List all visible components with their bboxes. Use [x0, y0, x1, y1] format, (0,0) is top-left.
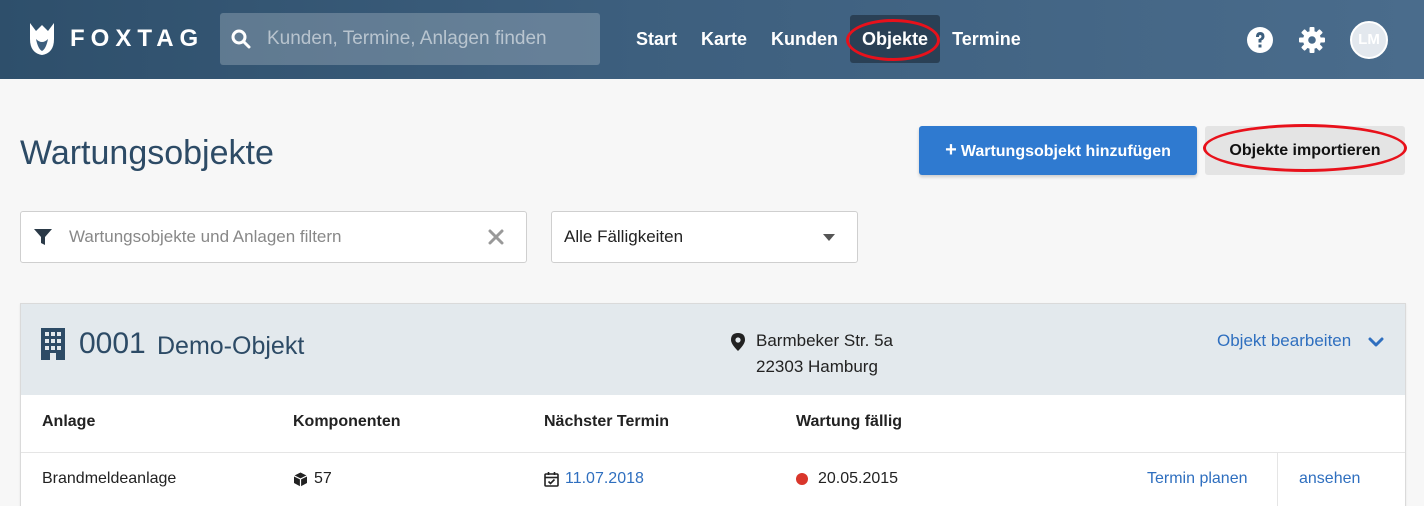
- caret-down-icon: [823, 234, 835, 241]
- import-objects-label: Objekte importieren: [1229, 141, 1381, 159]
- view-link[interactable]: ansehen: [1299, 470, 1360, 488]
- object-number: 0001: [79, 327, 146, 360]
- due-date-select-value: Alle Fälligkeiten: [564, 227, 684, 246]
- main-nav: Start Karte Kunden Objekte Termine: [624, 15, 1033, 63]
- cube-icon: [293, 472, 308, 486]
- fox-logo-icon: [30, 23, 54, 55]
- cell-wartung-faellig: 20.05.2015: [796, 470, 898, 488]
- chevron-down-icon[interactable]: [1368, 337, 1384, 348]
- brand-name: FOXTAG: [70, 25, 205, 52]
- import-objects-button[interactable]: Objekte importieren: [1203, 124, 1407, 175]
- column-header-anlage: Anlage: [42, 413, 96, 430]
- overdue-status-dot: [796, 473, 808, 485]
- next-appointment-link[interactable]: 11.07.2018: [565, 470, 644, 488]
- plan-appointment-link[interactable]: Termin planen: [1147, 470, 1248, 488]
- components-count: 57: [314, 470, 332, 487]
- foxtag-logo[interactable]: FOXTAG: [26, 20, 204, 58]
- nav-karte[interactable]: Karte: [689, 15, 759, 63]
- map-pin-icon: [731, 333, 745, 351]
- edit-object-link[interactable]: Objekt bearbeiten: [1217, 331, 1351, 351]
- user-avatar[interactable]: LM: [1350, 21, 1388, 59]
- nav-objekte[interactable]: Objekte: [846, 15, 941, 63]
- object-filter[interactable]: [20, 211, 527, 263]
- search-icon: [231, 29, 251, 49]
- filter-funnel-icon: [34, 229, 52, 245]
- help-icon[interactable]: [1246, 26, 1274, 54]
- nav-termine[interactable]: Termine: [940, 15, 1033, 63]
- page-title: Wartungsobjekte: [20, 134, 274, 172]
- address-city: 22303 Hamburg: [756, 357, 878, 376]
- global-search[interactable]: [220, 13, 600, 65]
- cell-komponenten: 57: [293, 470, 332, 488]
- gear-icon[interactable]: [1298, 26, 1326, 54]
- due-date-select[interactable]: Alle Fälligkeiten: [551, 211, 858, 263]
- object-name: Demo-Objekt: [157, 332, 305, 360]
- cell-naechster-termin: 11.07.2018: [544, 470, 644, 488]
- add-object-button[interactable]: + Wartungsobjekt hinzufügen: [919, 126, 1197, 175]
- calendar-check-icon: [544, 472, 559, 487]
- object-card: 0001 Demo-Objekt Barmbeker Str. 5a 22303…: [20, 303, 1406, 506]
- plus-icon: +: [945, 139, 957, 161]
- search-input[interactable]: [267, 28, 597, 50]
- column-header-naechster-termin: Nächster Termin: [544, 413, 670, 430]
- cell-anlage: Brandmeldeanlage: [42, 470, 177, 487]
- top-navigation-bar: FOXTAG Start Karte Kunden Objekte Termin…: [0, 0, 1424, 79]
- address-street: Barmbeker Str. 5a: [756, 331, 894, 350]
- nav-objekte-label: Objekte: [862, 29, 929, 49]
- filter-input[interactable]: [69, 227, 469, 247]
- avatar-initials: LM: [1358, 31, 1380, 48]
- maintenance-due-date: 20.05.2015: [818, 470, 899, 487]
- column-header-komponenten: Komponenten: [293, 413, 401, 430]
- add-object-label: Wartungsobjekt hinzufügen: [960, 143, 1171, 160]
- action-separator: [1277, 453, 1278, 506]
- column-header-wartung-faellig: Wartung fällig: [796, 413, 903, 430]
- nav-kunden[interactable]: Kunden: [759, 15, 850, 63]
- nav-start[interactable]: Start: [624, 15, 689, 63]
- clear-icon[interactable]: [488, 229, 504, 245]
- header-actions: LM: [1222, 20, 1388, 60]
- building-icon: [41, 328, 65, 360]
- object-card-header: 0001 Demo-Objekt Barmbeker Str. 5a 22303…: [21, 304, 1405, 395]
- table-divider: [21, 452, 1405, 453]
